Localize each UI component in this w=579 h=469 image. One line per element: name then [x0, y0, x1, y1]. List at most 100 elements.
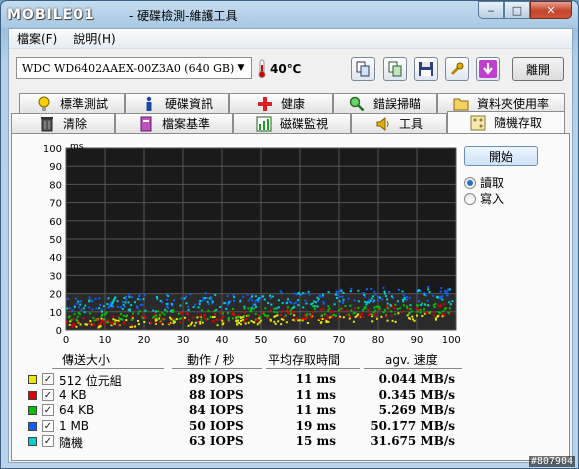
data-point [429, 310, 432, 313]
data-point [189, 293, 192, 296]
write-radio-dot[interactable] [464, 192, 476, 205]
data-point [210, 298, 213, 301]
data-point [252, 320, 255, 323]
data-point [293, 292, 296, 295]
copy-all-button[interactable] [383, 57, 407, 81]
tools-icon [450, 62, 464, 76]
tab-hdd-info[interactable]: 硬碟資訊 [125, 93, 229, 113]
tab-random-access[interactable]: 隨機存取 [447, 111, 565, 133]
data-point [440, 287, 443, 290]
data-point [82, 317, 85, 320]
speaker-icon [375, 116, 391, 132]
close-button[interactable]: ✕ [530, 1, 572, 19]
data-point [318, 318, 321, 321]
data-point [94, 297, 97, 300]
data-point [187, 305, 190, 308]
data-point [444, 290, 447, 293]
data-point [117, 305, 120, 308]
data-point [331, 315, 334, 318]
data-point [362, 292, 365, 295]
tab-file-benchmark[interactable]: 檔案基準 [115, 113, 233, 133]
data-point [263, 314, 266, 317]
exclamation-icon [36, 96, 52, 112]
write-radio[interactable]: 寫入 [464, 190, 504, 207]
read-radio[interactable]: 讀取 [464, 174, 504, 191]
start-button[interactable]: 開始 [464, 146, 538, 166]
maximize-button[interactable]: □ [504, 1, 530, 19]
data-point [121, 307, 124, 310]
data-point [144, 309, 147, 312]
tab-health[interactable]: 健康 [229, 93, 333, 113]
settings-button[interactable] [445, 57, 469, 81]
data-point [101, 313, 104, 316]
data-point [338, 290, 341, 293]
menu-file[interactable]: 檔案(F) [9, 30, 65, 47]
data-point [190, 321, 193, 324]
data-point [219, 318, 222, 321]
data-point [331, 311, 334, 314]
data-point [136, 305, 139, 308]
tab-tools[interactable]: 工具 [351, 113, 447, 133]
drive-select[interactable]: WDC WD6402AAEX-00Z3A0 (640 GB) ▼ [16, 57, 252, 79]
data-point [373, 306, 376, 309]
tab-disk-monitor[interactable]: 磁碟監視 [233, 113, 351, 133]
tab-error-scan[interactable]: 錯誤掃瞄 [333, 93, 437, 113]
data-point [123, 296, 126, 299]
data-point [215, 308, 218, 311]
menu-help[interactable]: 說明(H) [65, 30, 123, 47]
data-point [327, 305, 330, 308]
data-point [271, 295, 274, 298]
data-point [87, 322, 90, 325]
data-point [226, 294, 229, 297]
data-point [71, 309, 74, 312]
x-tick-label: 20 [138, 335, 151, 346]
tab-benchmark[interactable]: 標準測試 [19, 93, 125, 113]
download-button[interactable] [476, 57, 500, 81]
data-point [122, 314, 125, 317]
write-radio-label: 寫入 [480, 192, 505, 206]
data-point [301, 319, 304, 322]
data-point [279, 290, 282, 293]
header-avg-speed: agv. 速度 [385, 353, 438, 367]
data-point [448, 301, 451, 304]
tab-folder-usage[interactable]: 資料夾使用率 [437, 93, 565, 113]
data-point [335, 296, 338, 299]
y-tick-label: 90 [49, 162, 62, 173]
tab-erase[interactable]: 清除 [11, 113, 115, 133]
data-point [305, 302, 308, 305]
data-point [400, 310, 403, 313]
data-point [231, 317, 234, 320]
data-point [370, 287, 373, 290]
drive-select-value: WDC WD6402AAEX-00Z3A0 (640 GB) [22, 61, 235, 75]
data-point [347, 297, 350, 300]
data-point [159, 299, 162, 302]
data-point [432, 294, 435, 297]
data-point [405, 295, 408, 298]
data-point [143, 294, 146, 297]
exit-button[interactable]: 離開 [512, 57, 564, 81]
minimize-button[interactable]: ‒ [478, 1, 504, 19]
y-tick-label: 40 [49, 253, 62, 264]
magnifier-icon [349, 96, 365, 112]
x-tick-label: 60 [294, 335, 307, 346]
data-point [179, 321, 182, 324]
data-point [372, 295, 375, 298]
header-divider [172, 368, 262, 369]
data-point [303, 317, 306, 320]
data-point [439, 290, 442, 293]
data-point [269, 309, 272, 312]
read-radio-dot[interactable] [464, 176, 476, 189]
chevron-down-icon[interactable]: ▼ [234, 61, 248, 75]
data-point [386, 307, 389, 310]
random-access-icon [470, 115, 486, 131]
data-point [447, 311, 450, 314]
title-bar[interactable]: MOBILE01 - 硬碟檢測-維護工具 ‒ □ ✕ [1, 1, 578, 28]
data-point [88, 299, 91, 302]
data-point [376, 299, 379, 302]
data-point [374, 293, 377, 296]
copy-button[interactable] [351, 57, 375, 81]
data-point [186, 312, 189, 315]
save-button[interactable] [414, 57, 438, 81]
data-point [231, 308, 234, 311]
data-point [206, 317, 209, 320]
